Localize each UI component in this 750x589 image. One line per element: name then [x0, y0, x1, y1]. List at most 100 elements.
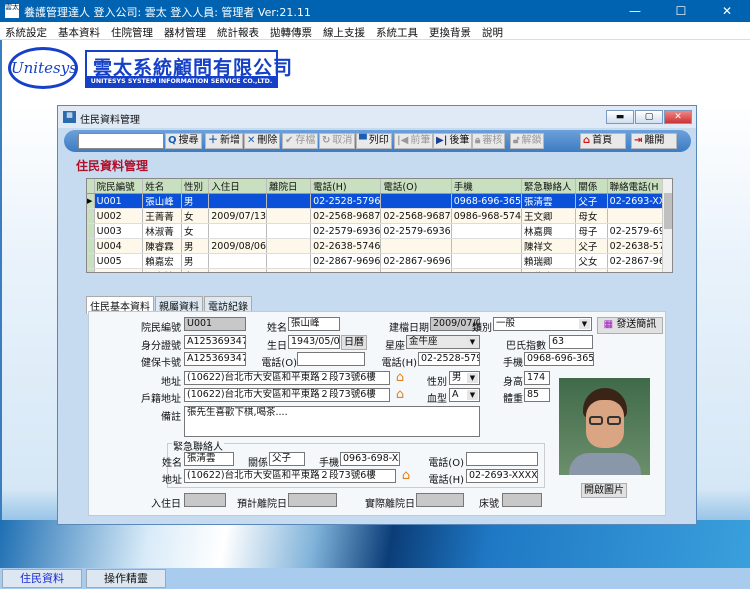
delete-button[interactable]: ✕ 刪除 [244, 133, 281, 149]
column-header[interactable]: 性別 [181, 179, 210, 194]
menu-vouchers[interactable]: 拋轉傳票 [265, 22, 318, 39]
column-header[interactable]: 電話(H) [310, 179, 382, 194]
table-cell[interactable] [266, 238, 312, 254]
table-cell[interactable]: 2009/08/06 [208, 238, 268, 254]
column-header[interactable]: 入住日 [208, 179, 268, 194]
table-cell[interactable]: 張山峰 [142, 193, 182, 209]
table-cell[interactable] [208, 193, 268, 209]
table-cell[interactable]: 王文卿 [521, 208, 577, 224]
window-maximize-button[interactable]: ▢ [635, 110, 663, 124]
table-cell[interactable]: 男 [181, 193, 210, 209]
table-cell[interactable]: 王菁菁 [142, 208, 182, 224]
save-button[interactable]: ✔ 存檔 [282, 133, 319, 149]
column-header[interactable]: 手機 [451, 179, 523, 194]
table-row[interactable]: U004 陳睿霖男 2009/08/06 02-2638-5746 陳祥文 父子 02-26… [87, 238, 672, 254]
prev-button[interactable]: |◀ 前筆 [394, 133, 434, 149]
table-cell[interactable]: 母子 [575, 268, 608, 272]
table-cell[interactable] [208, 223, 268, 239]
menu-admission[interactable]: 住院管理 [106, 22, 159, 39]
table-cell[interactable]: 林淑菁 [142, 223, 182, 239]
menu-system-settings[interactable]: 系統設定 [0, 22, 53, 39]
menu-system-tools[interactable]: 系統工具 [371, 22, 424, 39]
table-cell[interactable]: 02-2867-9696 [310, 253, 382, 269]
table-cell[interactable]: 2009/04/06 [208, 268, 268, 272]
column-header[interactable]: 離院日 [266, 179, 312, 194]
category-select[interactable]: 一般 ▼ [493, 317, 592, 331]
exit-button[interactable]: ⇥ 離開 [631, 133, 677, 149]
next-button[interactable]: ▶| 後筆 [433, 133, 473, 149]
row-indicator[interactable]: ▶ [87, 193, 95, 209]
window-minimize-button[interactable]: ▬ [606, 110, 634, 124]
table-cell[interactable]: 02-2568-9687 [310, 208, 382, 224]
send-sms-button[interactable]: ▦ 發送簡訊 [597, 317, 663, 334]
table-cell[interactable]: U002 [94, 208, 144, 224]
note-textarea[interactable]: 張先生喜歡下棋,喝茶.... [184, 406, 480, 437]
open-image-button[interactable]: 開啟圖片 [581, 483, 627, 498]
table-cell[interactable]: U005 [94, 253, 144, 269]
weight-field[interactable]: 85 [524, 388, 550, 402]
review-button[interactable]: 🔒︎ 審核 [472, 133, 506, 149]
row-indicator[interactable] [87, 223, 95, 239]
table-cell[interactable] [266, 208, 312, 224]
row-indicator[interactable] [87, 208, 95, 224]
table-row[interactable]: U003 林淑菁女 02-2579-6936 02-2579-6936 林嘉興 母子 02-… [87, 223, 672, 239]
gender-select[interactable]: 男 ▼ [449, 371, 480, 385]
table-cell[interactable]: 02-2456-9875 [380, 268, 452, 272]
table-cell[interactable]: 母女 [575, 208, 608, 224]
table-cell[interactable]: U003 [94, 223, 144, 239]
table-cell[interactable]: 02-2867-9696 [380, 253, 452, 269]
height-field[interactable]: 174 [524, 371, 550, 385]
em-mobile-field[interactable]: 0963-698-XXX [340, 452, 400, 466]
table-cell[interactable]: 02-2456-9875 [310, 268, 382, 272]
minimize-button[interactable]: — [612, 0, 658, 22]
row-indicator[interactable] [87, 253, 95, 269]
column-header[interactable]: 關係 [575, 179, 608, 194]
menu-online-support[interactable]: 線上支援 [318, 22, 371, 39]
nhi-field[interactable]: A125369347 [184, 352, 246, 366]
table-cell[interactable]: 女 [181, 268, 210, 272]
print-button[interactable]: ▀ 列印 [356, 133, 392, 149]
table-cell[interactable] [451, 238, 523, 254]
table-cell[interactable]: 2009/07/13 [208, 208, 268, 224]
search-input[interactable] [78, 133, 164, 149]
address-field[interactable]: (10622)台北市大安區和平東路２段73號6樓 [184, 371, 390, 385]
column-header[interactable]: 院民編號 [94, 179, 144, 194]
table-cell[interactable]: 賴嘉宏 [142, 253, 182, 269]
mobile-field[interactable]: 0968-696-365 [524, 352, 594, 366]
table-cell[interactable]: 江文婧 [142, 268, 182, 272]
table-cell[interactable] [451, 268, 523, 272]
em-rel-field[interactable]: 父子 [269, 452, 305, 466]
table-cell[interactable]: 林嘉興 [521, 223, 577, 239]
table-cell[interactable] [380, 193, 452, 209]
menu-help[interactable]: 說明 [477, 22, 509, 39]
menu-equipment[interactable]: 器材管理 [159, 22, 212, 39]
table-cell[interactable]: 陳睿霖 [142, 238, 182, 254]
column-header[interactable]: 電話(O) [380, 179, 452, 194]
blood-select[interactable]: A ▼ [449, 388, 480, 402]
table-cell[interactable]: 母子 [575, 223, 608, 239]
house-icon[interactable]: ⌂ [392, 371, 408, 385]
idcard-field[interactable]: A125369347 [184, 335, 246, 349]
table-cell[interactable]: U001 [94, 193, 144, 209]
row-indicator[interactable] [87, 268, 95, 272]
table-cell[interactable] [208, 253, 268, 269]
em-phone-h-field[interactable]: 02-2693-XXXX [466, 469, 538, 483]
table-cell[interactable]: 男 [181, 238, 210, 254]
table-row[interactable]: ▶ U001 張山峰男 02-2528-5796 0968-696-365 張清雲 父子 02… [87, 193, 672, 209]
table-cell[interactable]: 02-2579-6936 [380, 223, 452, 239]
table-cell[interactable] [266, 223, 312, 239]
bottom-tab-residents[interactable]: 住民資料 [2, 569, 82, 588]
table-cell[interactable]: 父子 [575, 193, 608, 209]
table-cell[interactable]: 張清雲 [521, 193, 577, 209]
birth-field[interactable]: 1943/05/01 [288, 335, 340, 349]
unlock-button[interactable]: 🔓︎ 解鎖 [510, 133, 545, 149]
table-cell[interactable]: 陳祥文 [521, 238, 577, 254]
reg-address-field[interactable]: (10622)台北市大安區和平東路２段73號6樓 [184, 388, 390, 402]
table-row[interactable]: U002 王菁菁女 2009/07/13 02-2568-9687 02-2568-96… [87, 208, 672, 224]
menu-change-background[interactable]: 更換背景 [424, 22, 477, 39]
table-cell[interactable]: 女 [181, 223, 210, 239]
maximize-button[interactable]: ☐ [658, 0, 704, 22]
em-phone-o-field[interactable] [466, 452, 538, 466]
table-cell[interactable] [266, 268, 312, 272]
table-cell[interactable] [380, 238, 452, 254]
